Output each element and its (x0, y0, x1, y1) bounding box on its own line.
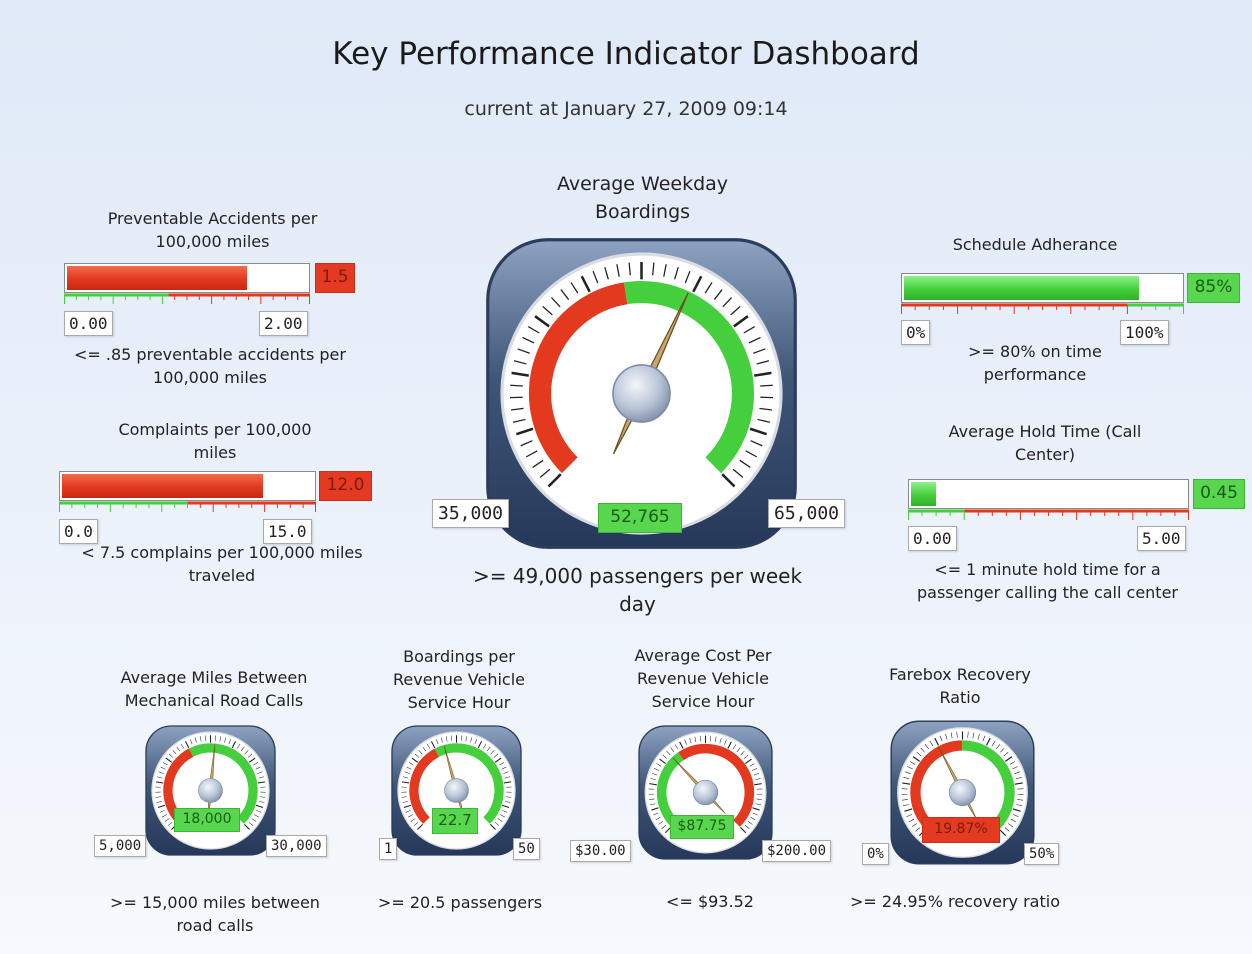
gauge-farebox-goal: >= 24.95% recovery ratio (850, 892, 1060, 911)
hold-time-value: 0.45 (1193, 479, 1245, 509)
hold-time-min: 0.00 (908, 526, 957, 551)
complaints-value: 12.0 (319, 471, 372, 501)
gauge-cost (638, 725, 773, 860)
hold-time-scale (908, 509, 1189, 520)
kpi-accidents-title: Preventable Accidents per 100,000 miles (107, 209, 318, 251)
page-title: Key Performance Indicator Dashboard (332, 36, 920, 72)
gauge-farebox-title: Farebox Recovery Ratio (889, 665, 1031, 707)
gauge-cost-title: Average Cost Per Revenue Vehicle Service… (634, 646, 772, 711)
schedule-value: 85% (1187, 273, 1240, 303)
hold-time-goal: <= 1 minute hold time for a passenger ca… (917, 560, 1178, 602)
gauge-miles (145, 725, 276, 856)
complaints-scale (59, 501, 316, 512)
accidents-bar (64, 263, 310, 293)
gauge-farebox-min: 0% (862, 843, 889, 865)
accidents-goal: <= .85 preventable accidents per 100,000… (74, 345, 346, 387)
gauge-boardings-hour-max: 50 (513, 838, 540, 860)
gauge-hub (444, 778, 469, 803)
gauge-boardings-hour-value: 22.7 (432, 808, 478, 834)
accidents-bar-fill (67, 266, 247, 290)
accidents-max: 2.00 (259, 311, 308, 336)
gauge-boardings-value: 52,765 (598, 503, 682, 533)
accidents-scale (64, 293, 310, 304)
hold-time-bar-fill (911, 482, 936, 506)
gauge-boardings-hour-title: Boardings per Revenue Vehicle Service Ho… (393, 647, 525, 712)
hold-time-bar (908, 479, 1189, 509)
gauge-boardings-min: 35,000 (432, 499, 510, 528)
complaints-bar (59, 471, 316, 501)
gauge-cost-max: $200.00 (762, 840, 832, 862)
gauge-boardings-max: 65,000 (768, 499, 846, 528)
gauge-boardings-hour-min: 1 (379, 838, 398, 860)
schedule-scale (901, 303, 1184, 314)
gauge-miles-value: 18,000 (174, 808, 240, 832)
gauge-farebox (890, 720, 1035, 865)
gauge-tick (760, 384, 773, 387)
gauge-hub (612, 364, 671, 423)
gauge-cost-value: $87.75 (670, 815, 734, 839)
gauge-miles-min: 5,000 (94, 835, 147, 857)
kpi-schedule-title: Schedule Adherance (952, 235, 1118, 254)
gauge-hub (198, 778, 223, 803)
gauge-tick (510, 384, 523, 387)
gauge-boardings-hour-goal: >= 20.5 passengers (377, 893, 543, 912)
gauge-miles-max: 30,000 (266, 835, 327, 857)
gauge-cost-min: $30.00 (570, 840, 631, 862)
schedule-min: 0% (901, 320, 931, 345)
gauge-boardings-title: Average Weekday Boardings (556, 173, 729, 223)
gauge-boardings-goal: >= 49,000 passengers per week day (472, 564, 803, 616)
kpi-hold-time-title: Average Hold Time (Call Center) (948, 422, 1142, 464)
gauge-hub (948, 778, 977, 807)
gauge-cost-goal: <= $93.52 (666, 892, 754, 911)
accidents-value: 1.5 (315, 263, 355, 293)
gauge-boardings-hour (391, 725, 522, 856)
complaints-bar-fill (62, 474, 263, 498)
schedule-bar (901, 273, 1184, 303)
accidents-min: 0.00 (64, 311, 113, 336)
gauge-farebox-value: 19.87% (922, 817, 1000, 843)
gauge-miles-goal: >= 15,000 miles between road calls (110, 893, 320, 935)
kpi-complaints-title: Complaints per 100,000 miles (118, 420, 312, 462)
schedule-goal: >= 80% on time performance (968, 342, 1102, 384)
hold-time-max: 5.00 (1137, 526, 1186, 551)
gauge-miles-title: Average Miles Between Mechanical Road Ca… (120, 668, 308, 710)
gauge-farebox-max: 50% (1024, 843, 1060, 865)
complaints-goal: < 7.5 complains per 100,000 miles travel… (81, 543, 363, 585)
schedule-bar-fill (904, 276, 1139, 300)
timestamp: current at January 27, 2009 09:14 (464, 98, 788, 120)
gauge-hub (692, 779, 719, 806)
